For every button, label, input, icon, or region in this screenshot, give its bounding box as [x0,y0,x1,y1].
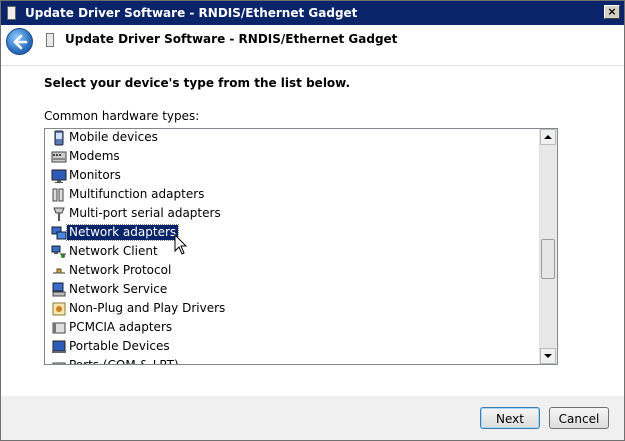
list-item-label: Non-Plug and Play Drivers [69,301,226,315]
network-adapter-icon [51,226,67,240]
title-bar[interactable]: Update Driver Software - RNDIS/Ethernet … [1,1,624,25]
portable-device-icon [52,340,66,353]
list-item[interactable]: Network adapters [45,223,540,242]
list-item-label: Network Service [69,282,168,296]
list-item[interactable]: Monitors [45,166,540,185]
monitor-icon [51,169,67,183]
hardware-type-list[interactable]: Mobile devices Modems Monitors Multifunctio… [44,128,558,365]
back-arrow-icon [13,34,28,50]
list-label: Common hardware types: [44,109,200,123]
list-item[interactable]: Portable Devices [45,337,540,356]
scroll-down-button[interactable] [540,348,556,364]
list-item-label: Monitors [69,168,121,182]
list-item-label: Modems [69,149,120,163]
mobile-device-icon [54,130,64,146]
list-item[interactable]: Multi-port serial adapters [45,204,540,223]
list-item[interactable]: Network Service [45,280,540,299]
back-button[interactable] [6,28,33,55]
multifunction-adapter-icon [52,188,64,202]
cancel-button[interactable]: Cancel [549,407,609,429]
device-icon [7,6,16,20]
device-icon [46,33,54,47]
network-client-icon [51,245,66,258]
arrow-up-icon [544,135,552,139]
pcmcia-adapter-icon [52,322,66,334]
mouse-pointer-icon [174,234,188,255]
main-content: Select your device's type from the list … [1,66,624,396]
modem-icon [51,151,67,163]
list-item-label: Network Client [69,244,158,258]
list-item-label: Mobile devices [69,130,158,144]
vertical-scrollbar[interactable] [539,129,557,364]
list-item-label: Multifunction adapters [69,187,205,201]
arrow-down-icon [544,354,552,358]
list-item[interactable]: Network Client [45,242,540,261]
instruction-text: Select your device's type from the list … [44,76,351,90]
list-item-label: PCMCIA adapters [69,320,173,334]
list-item[interactable]: Multifunction adapters [45,185,540,204]
serial-adapter-icon [53,207,65,221]
scroll-thumb[interactable] [541,239,555,279]
next-button[interactable]: Next [480,407,540,429]
wizard-header: Update Driver Software - RNDIS/Ethernet … [1,25,624,66]
dialog-window: Update Driver Software - RNDIS/Ethernet … [0,0,625,441]
window-title: Update Driver Software - RNDIS/Ethernet … [25,6,358,20]
list-item-label: Ports (COM & LPT) [69,358,179,365]
list-items: Mobile devices Modems Monitors Multifunctio… [45,129,540,365]
scroll-up-button[interactable] [540,129,556,145]
list-item[interactable]: Modems [45,147,540,166]
list-item[interactable]: Mobile devices [45,129,540,147]
list-item-label: Network Protocol [69,263,172,277]
list-item[interactable]: Non-Plug and Play Drivers [45,299,540,318]
close-button[interactable]: × [604,5,620,19]
list-item[interactable]: PCMCIA adapters [45,318,540,337]
page-title: Update Driver Software - RNDIS/Ethernet … [65,32,398,46]
list-item[interactable]: Network Protocol [45,261,540,280]
wizard-footer: Next Cancel [1,396,624,440]
list-item-label: Portable Devices [69,339,170,353]
non-pnp-driver-icon [52,302,66,316]
list-item[interactable]: Ports (COM & LPT) [45,356,540,365]
port-icon [52,362,66,364]
list-item-label: Multi-port serial adapters [69,206,221,220]
list-item-label: Network adapters [65,224,180,241]
network-protocol-icon [53,268,65,274]
network-service-icon [52,282,66,297]
